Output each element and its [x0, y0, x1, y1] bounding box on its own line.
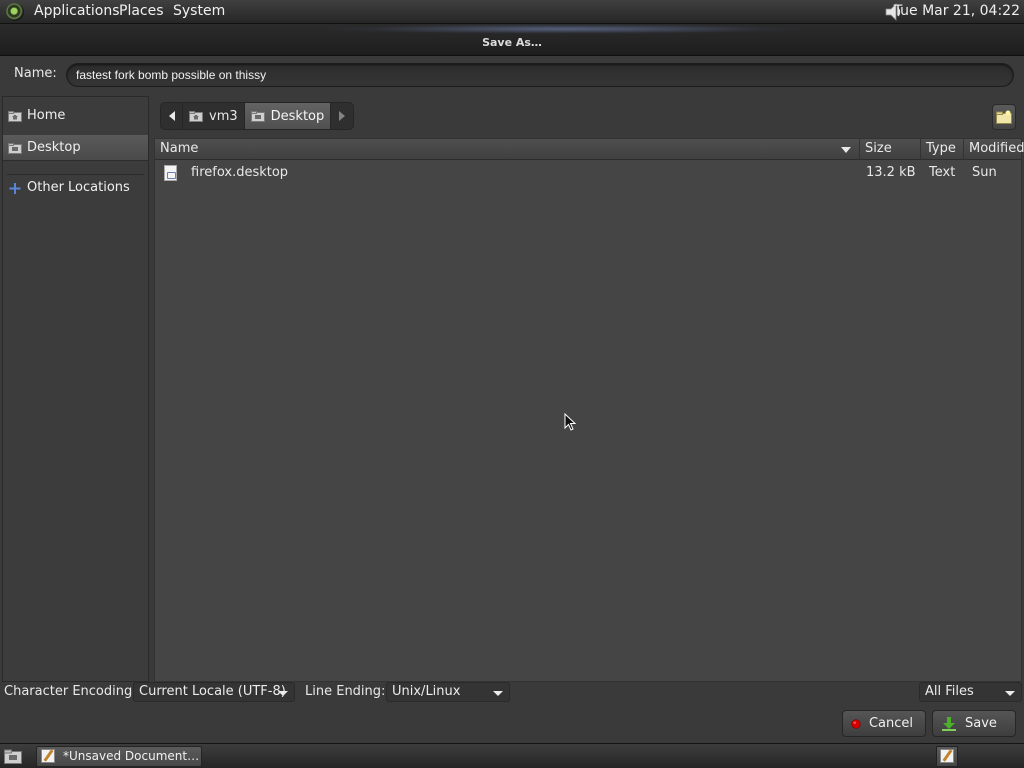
cancel-button[interactable]: Cancel [842, 710, 926, 737]
sidebar-item-label: Home [27, 108, 66, 123]
crumb-vm3[interactable]: vm3 [183, 103, 245, 129]
tray-text-editor-button[interactable] [936, 746, 958, 767]
chevron-left-icon [168, 111, 175, 121]
chevron-down-icon [1005, 691, 1015, 696]
path-forward-button[interactable] [331, 103, 353, 129]
sort-descending-icon [841, 147, 851, 153]
sidebar-item-label: Desktop [27, 140, 81, 155]
column-header-name[interactable]: Name [155, 139, 860, 160]
desktop-folder-icon [250, 110, 265, 122]
crumb-label: vm3 [209, 108, 238, 124]
file-name: firefox.desktop [191, 165, 289, 180]
applications-menu[interactable]: Applications [34, 3, 120, 19]
taskbar-item-text-editor[interactable]: *Unsaved Document… [36, 746, 202, 767]
window-titlebar[interactable]: Save As… [0, 24, 1024, 56]
sidebar-item-other-locations[interactable]: Other Locations [3, 175, 148, 201]
system-menu[interactable]: System [173, 3, 225, 19]
home-folder-icon [189, 110, 203, 122]
show-desktop-icon[interactable] [4, 749, 22, 764]
file-list: Name Size Type Modified firefox.desktop … [154, 138, 1024, 682]
text-file-icon [164, 165, 177, 181]
home-folder-icon [8, 111, 22, 122]
column-header-size[interactable]: Size [860, 139, 921, 160]
places-menu[interactable]: Places [119, 3, 164, 19]
create-folder-button[interactable] [992, 104, 1016, 130]
text-editor-icon [41, 749, 55, 763]
path-bar: vm3 Desktop [154, 96, 1022, 138]
file-type: Text [929, 165, 956, 180]
top-panel: Applications Places System Tue Mar 21, 0… [0, 0, 1024, 24]
distro-logo-icon[interactable] [6, 3, 24, 21]
download-arrow-icon [942, 716, 956, 731]
file-size: 13.2 kB [866, 165, 916, 180]
save-button[interactable]: Save [932, 710, 1016, 737]
clock[interactable]: Tue Mar 21, 04:22 [894, 3, 1020, 19]
crumb-desktop[interactable]: Desktop [244, 103, 332, 129]
new-folder-icon [996, 110, 1012, 124]
line-ending-label: Line Ending: [305, 684, 386, 699]
text-editor-icon [940, 749, 954, 763]
desktop-folder-icon [8, 143, 22, 154]
bottom-panel: *Unsaved Document… [0, 743, 1024, 768]
encoding-select[interactable]: Current Locale (UTF-8) [133, 682, 295, 702]
mouse-pointer-icon [564, 413, 576, 431]
sidebar-item-label: Other Locations [27, 180, 130, 195]
window-title: Save As… [482, 36, 542, 49]
name-label: Name: [14, 66, 57, 81]
sidebar-item-desktop[interactable]: Desktop [3, 135, 148, 161]
chevron-down-icon [493, 691, 503, 696]
plus-icon [9, 183, 21, 194]
line-ending-select[interactable]: Unix/Linux [386, 682, 510, 702]
file-filter-select[interactable]: All Files [919, 682, 1022, 702]
chevron-down-icon [278, 691, 288, 696]
crumb-label: Desktop [270, 108, 325, 124]
file-modified: Sun [972, 165, 997, 180]
sidebar-item-home[interactable]: Home [3, 103, 148, 129]
places-sidebar: Home Desktop Other Locations [2, 96, 149, 682]
filename-input[interactable] [66, 63, 1014, 87]
table-row[interactable]: firefox.desktop 13.2 kB Text Sun [155, 162, 1021, 184]
column-header-modified[interactable]: Modified [964, 139, 1024, 160]
chevron-right-icon [339, 111, 346, 121]
column-header-type[interactable]: Type [921, 139, 964, 160]
path-back-button[interactable] [161, 103, 183, 129]
encoding-label: Character Encoding: [4, 684, 137, 699]
cancel-icon [851, 718, 861, 729]
breadcrumb: vm3 Desktop [160, 102, 355, 130]
